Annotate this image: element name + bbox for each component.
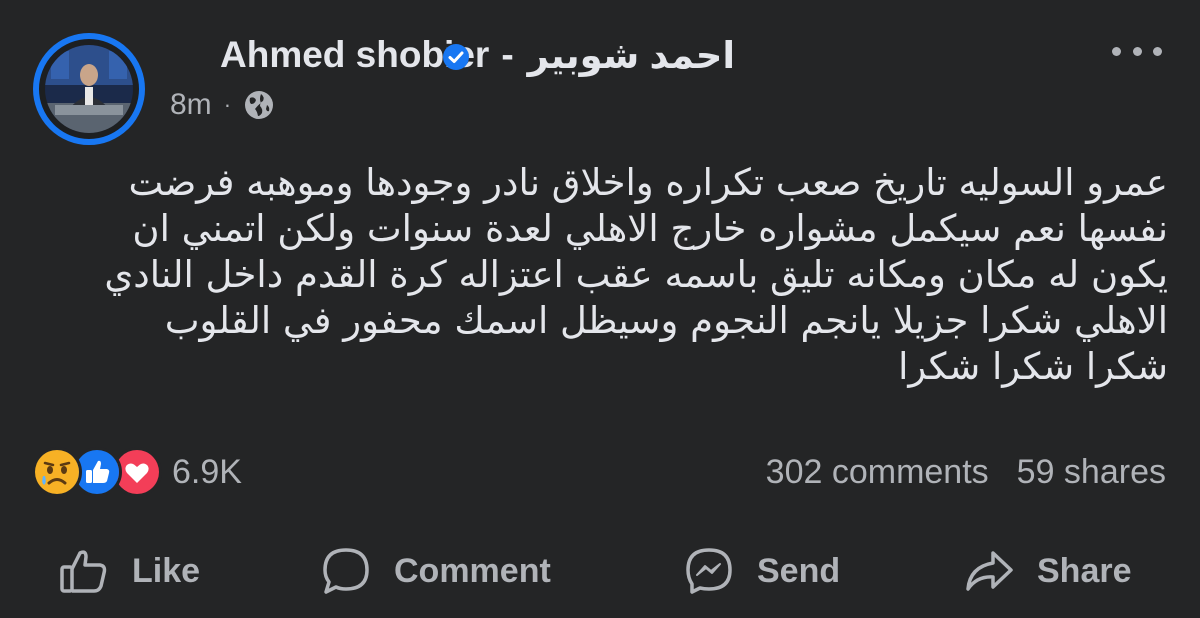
- action-bar: Like Comment Send Share: [0, 540, 1200, 602]
- post-text-line: شكرا شكرا شكرا: [898, 345, 1168, 388]
- globe-icon[interactable]: [243, 89, 275, 121]
- author-separator: -: [501, 34, 514, 75]
- comment-label: Comment: [394, 551, 551, 590]
- post-time[interactable]: 8m: [170, 88, 212, 122]
- thumbs-up-icon: [60, 550, 107, 593]
- post-text-line: الاهلي شكرا جزيلا يانجم النجوم وسيظل اسم…: [164, 299, 1168, 342]
- avatar-image: [45, 45, 133, 133]
- shares-count[interactable]: 59 shares: [1017, 453, 1166, 492]
- like-button[interactable]: Like: [58, 540, 200, 602]
- more-dot: [1153, 46, 1162, 56]
- sad-reaction-icon: [32, 447, 82, 497]
- meta-separator: ·: [223, 92, 232, 117]
- author-name[interactable]: Ahmed shobier - احمد شوبير: [220, 30, 735, 80]
- avatar[interactable]: [33, 33, 145, 145]
- post-header: Ahmed shobier - احمد شوبير 8m ·: [0, 0, 1200, 145]
- author-name-ar[interactable]: احمد شوبير: [528, 34, 735, 77]
- post-text-line: يكون له مكان ومكانه تليق باسمه عقب اعتزا…: [104, 253, 1168, 296]
- post-stats: 302 comments 59 shares: [766, 446, 1166, 498]
- send-label: Send: [757, 551, 841, 590]
- messenger-icon: [686, 548, 732, 594]
- more-options-button[interactable]: [1112, 36, 1162, 66]
- verified-badge-icon: [443, 44, 470, 70]
- post-meta: 8m ·: [170, 85, 275, 125]
- comments-count[interactable]: 302 comments: [766, 453, 989, 492]
- share-button[interactable]: Share: [963, 540, 1132, 602]
- comment-button[interactable]: Comment: [320, 540, 551, 602]
- post-text-line: نفسها نعم سيكمل مشواره خارج الاهلي لعدة …: [132, 207, 1168, 250]
- reaction-count[interactable]: 6.9K: [172, 453, 242, 492]
- like-label: Like: [132, 551, 201, 590]
- more-dot: [1132, 46, 1142, 56]
- send-button[interactable]: Send: [683, 540, 840, 602]
- post-text: عمرو السوليه تاريخ صعب تكراره واخلاق ناد…: [40, 160, 1168, 390]
- comment-icon: [323, 548, 369, 594]
- share-label: Share: [1037, 551, 1132, 590]
- share-arrow-icon: [966, 551, 1013, 591]
- reactions-summary[interactable]: 6.9K: [32, 446, 242, 498]
- more-horizontal-icon: [1112, 46, 1121, 56]
- post-text-line: عمرو السوليه تاريخ صعب تكراره واخلاق ناد…: [128, 161, 1168, 204]
